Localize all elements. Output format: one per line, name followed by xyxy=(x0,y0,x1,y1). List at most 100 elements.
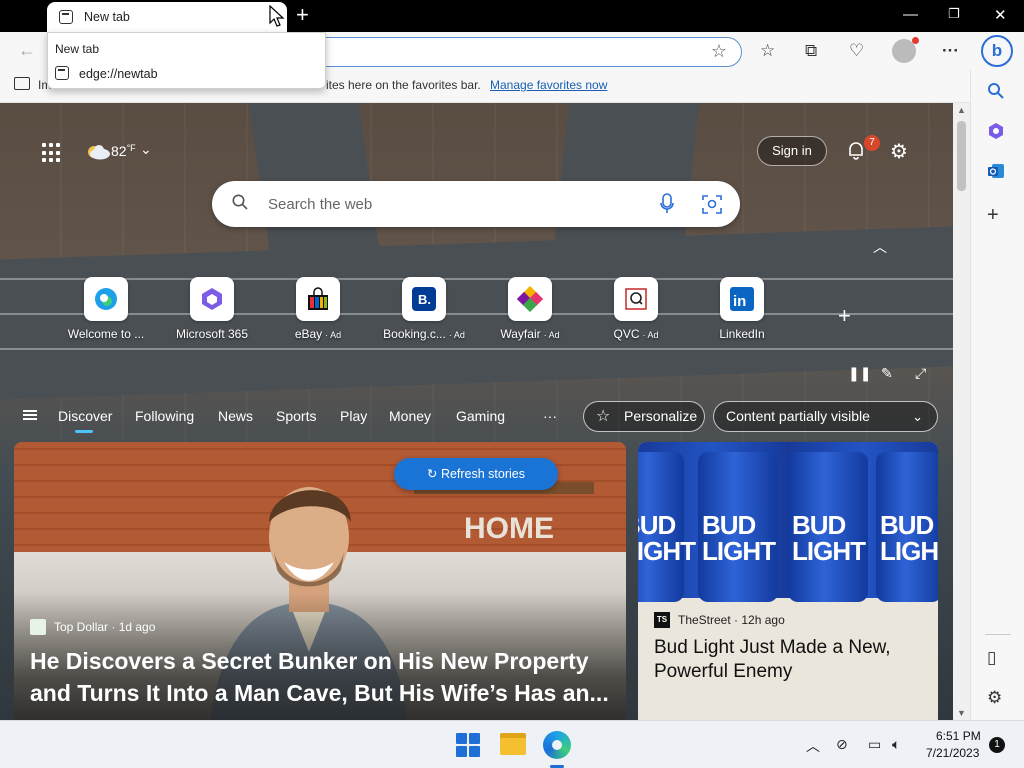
can-text: BUDLIGHT xyxy=(638,510,696,566)
quick-link-label: Welcome to ... xyxy=(67,327,145,341)
scroll-up-icon[interactable]: ▲ xyxy=(957,105,966,115)
tab-following[interactable]: Following xyxy=(135,408,194,424)
tab-news[interactable]: News xyxy=(218,408,253,424)
quick-link-linkedin[interactable]: in LinkedIn xyxy=(692,277,792,341)
card-headline[interactable]: He Discovers a Secret Bunker on His New … xyxy=(30,645,615,709)
qvc-icon xyxy=(625,288,647,310)
more-tabs-button[interactable]: ··· xyxy=(543,408,557,424)
card-headline[interactable]: Bud Light Just Made a New, Powerful Enem… xyxy=(654,636,924,684)
ad-label: · Ad xyxy=(448,330,465,340)
bud-light-cans-image: BUDLIGHT BUDLIGHT BUDLIGHT BUDLIGHT xyxy=(638,442,938,602)
display-icon[interactable]: ▭ xyxy=(868,736,881,753)
quick-link-wayfair[interactable]: Wayfair · Ad xyxy=(480,277,580,341)
tab-hover-card: New tab edge://newtab xyxy=(47,32,326,89)
search-icon xyxy=(232,194,248,210)
news-card-featured[interactable]: HOME ↻ Refresh stories Top Dollar · 1d a… xyxy=(14,442,626,720)
profile-avatar[interactable] xyxy=(892,37,919,63)
sidebar-microsoft-365-icon[interactable] xyxy=(987,122,1005,145)
clock-time[interactable]: 6:51 PM xyxy=(936,729,981,743)
minimize-button[interactable]: — xyxy=(903,6,918,23)
tab-new-tab[interactable]: New tab ✕ xyxy=(47,2,287,32)
sidebar-outlook-icon[interactable] xyxy=(987,162,1005,185)
settings-gear-icon[interactable]: ⚙ xyxy=(890,139,908,164)
content-visibility-dropdown[interactable]: Content partially visible ⌄ xyxy=(713,401,938,432)
web-search-box[interactable]: Search the web xyxy=(212,181,740,227)
visual-search-icon[interactable] xyxy=(702,194,722,214)
quick-link-label: Booking.c... xyxy=(383,327,446,341)
quick-link-ebay[interactable]: eBay · Ad xyxy=(268,277,368,341)
collections-icon[interactable]: ⧉ xyxy=(805,41,817,61)
content-visibility-value: Content partially visible xyxy=(726,408,870,424)
can-text: BUDLIGHT xyxy=(880,510,938,566)
new-tab-button[interactable]: + xyxy=(296,4,309,26)
page-scrollbar[interactable]: ▲ ▼ xyxy=(953,103,970,720)
refresh-stories-button[interactable]: ↻ Refresh stories xyxy=(394,458,558,490)
windows-start-icon[interactable] xyxy=(456,733,480,757)
manage-favorites-link[interactable]: Manage favorites now xyxy=(490,78,607,92)
quick-link-microsoft-365[interactable]: Microsoft 365 xyxy=(162,277,262,341)
news-card[interactable]: BUDLIGHT BUDLIGHT BUDLIGHT BUDLIGHT TS T… xyxy=(638,442,938,720)
tab-play[interactable]: Play xyxy=(340,408,367,424)
restore-button[interactable]: ❐ xyxy=(948,6,960,22)
tray-overflow-chevron-icon[interactable]: ︿ xyxy=(806,736,820,756)
weather-cloud-icon xyxy=(88,145,110,160)
tab-discover[interactable]: Discover xyxy=(58,408,112,424)
card-source: Top Dollar · 1d ago xyxy=(30,619,155,635)
quick-link-welcome[interactable]: Welcome to ... xyxy=(56,277,156,341)
browser-essentials-icon[interactable]: ♡ xyxy=(849,41,864,61)
newtab-page-icon xyxy=(59,10,73,24)
file-explorer-icon[interactable] xyxy=(500,733,526,755)
microphone-icon[interactable] xyxy=(660,193,674,215)
import-favorites-icon[interactable] xyxy=(14,77,30,90)
tab-gaming[interactable]: Gaming xyxy=(456,408,505,424)
newtab-page-icon xyxy=(55,66,69,80)
sign-in-button[interactable]: Sign in xyxy=(757,136,827,166)
hover-card-url: edge://newtab xyxy=(79,67,158,81)
network-icon[interactable]: ⊘ xyxy=(836,736,848,753)
quick-link-booking[interactable]: B. Booking.c... · Ad xyxy=(374,277,474,341)
edit-background-icon[interactable]: ✎ xyxy=(881,365,893,382)
notification-count-badge[interactable]: 1 xyxy=(989,737,1005,753)
sidebar-settings-icon[interactable]: ⚙ xyxy=(987,688,1002,708)
tab-money[interactable]: Money xyxy=(389,408,431,424)
quick-link-label: Wayfair xyxy=(500,327,541,341)
feed-nav-bar: Discover Following News Sports Play Mone… xyxy=(0,400,953,434)
newtab-page: 82°F ⌄ Sign in 7 ⚙ Search the web ︿ Welc… xyxy=(0,103,953,720)
scroll-down-icon[interactable]: ▼ xyxy=(957,708,966,718)
menu-hamburger-icon[interactable] xyxy=(23,410,37,420)
refresh-icon: ↻ xyxy=(426,467,441,481)
weather-temperature[interactable]: 82°F xyxy=(111,143,136,159)
close-window-button[interactable]: ✕ xyxy=(994,6,1007,24)
expand-icon[interactable]: ⤢ xyxy=(915,365,926,382)
sidebar-add-icon[interactable]: + xyxy=(987,204,999,227)
beer-can: BUDLIGHT xyxy=(876,452,938,602)
beer-can: BUDLIGHT xyxy=(788,452,868,602)
personalize-button[interactable]: ☆ Personalize xyxy=(583,401,705,432)
favorites-icon[interactable]: ☆ xyxy=(760,41,775,61)
sidebar-panel-icon[interactable]: ▯ xyxy=(987,648,996,668)
back-arrow-icon[interactable]: ← xyxy=(18,40,36,61)
edge-sidebar: + ▯ ⚙ xyxy=(970,70,1024,720)
app-launcher-icon[interactable] xyxy=(42,143,62,163)
booking-icon: B. xyxy=(412,287,436,311)
sidebar-search-icon[interactable] xyxy=(987,82,1005,105)
collapse-chevron-icon[interactable]: ︿ xyxy=(873,237,887,257)
favorite-star-icon[interactable]: ☆ xyxy=(711,41,727,62)
top-dollar-logo-icon xyxy=(30,619,46,635)
tab-sports[interactable]: Sports xyxy=(276,408,316,424)
edge-taskbar-icon[interactable] xyxy=(543,731,571,759)
clock-date[interactable]: 7/21/2023 xyxy=(926,746,979,760)
beer-can: BUDLIGHT xyxy=(698,452,778,602)
more-menu-icon[interactable]: ··· xyxy=(942,41,959,61)
pause-background-icon[interactable]: ❚❚ xyxy=(848,365,871,382)
notification-bell-icon[interactable] xyxy=(846,140,866,160)
volume-icon[interactable]: 🔈︎ xyxy=(892,736,900,753)
add-quick-link-icon[interactable]: + xyxy=(838,303,851,329)
quick-link-qvc[interactable]: QVC · Ad xyxy=(586,277,686,341)
chevron-down-icon[interactable]: ⌄ xyxy=(140,141,152,158)
scrollbar-thumb[interactable] xyxy=(957,121,966,191)
can-text: BUDLIGHT xyxy=(702,510,776,566)
quick-link-label: Microsoft 365 xyxy=(175,327,249,341)
source-separator: · xyxy=(730,613,742,627)
bing-chat-icon[interactable]: b xyxy=(981,35,1013,67)
